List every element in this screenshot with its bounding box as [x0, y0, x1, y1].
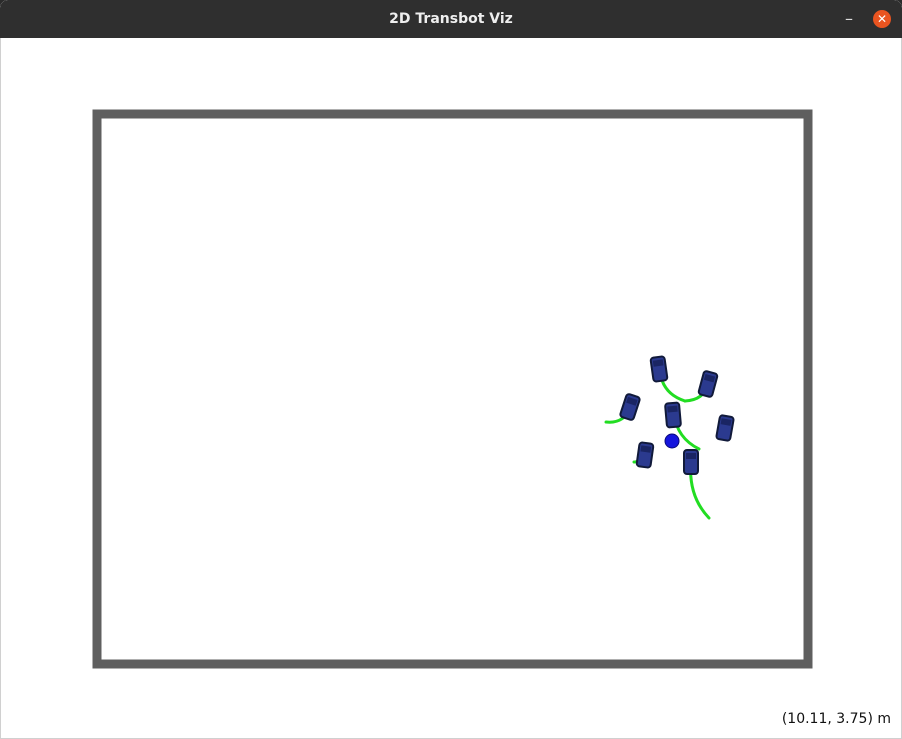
robot-icon — [619, 393, 641, 421]
robot-icon — [649, 355, 669, 383]
close-icon: ✕ — [876, 12, 888, 26]
viz-svg — [92, 109, 813, 669]
cursor-coordinate-readout: (10.11, 3.75) m — [781, 711, 891, 727]
title-bar[interactable]: 2D Transbot Viz – ✕ — [0, 0, 902, 38]
trails — [604, 370, 711, 520]
target-marker-icon — [664, 433, 680, 449]
robot-icon — [715, 414, 735, 442]
minimize-icon: – — [845, 9, 853, 28]
robot-icon — [664, 401, 682, 429]
robot-icon — [697, 370, 719, 398]
robot-icon — [683, 449, 699, 475]
visualization-canvas[interactable]: (10.11, 3.75) m — [0, 38, 902, 739]
robot-icon — [635, 441, 655, 469]
window-title: 2D Transbot Viz — [389, 11, 513, 27]
minimize-button[interactable]: – — [838, 8, 860, 30]
app-window: 2D Transbot Viz – ✕ (10.11, 3.75) m — [0, 0, 902, 739]
close-button[interactable]: ✕ — [873, 10, 891, 28]
